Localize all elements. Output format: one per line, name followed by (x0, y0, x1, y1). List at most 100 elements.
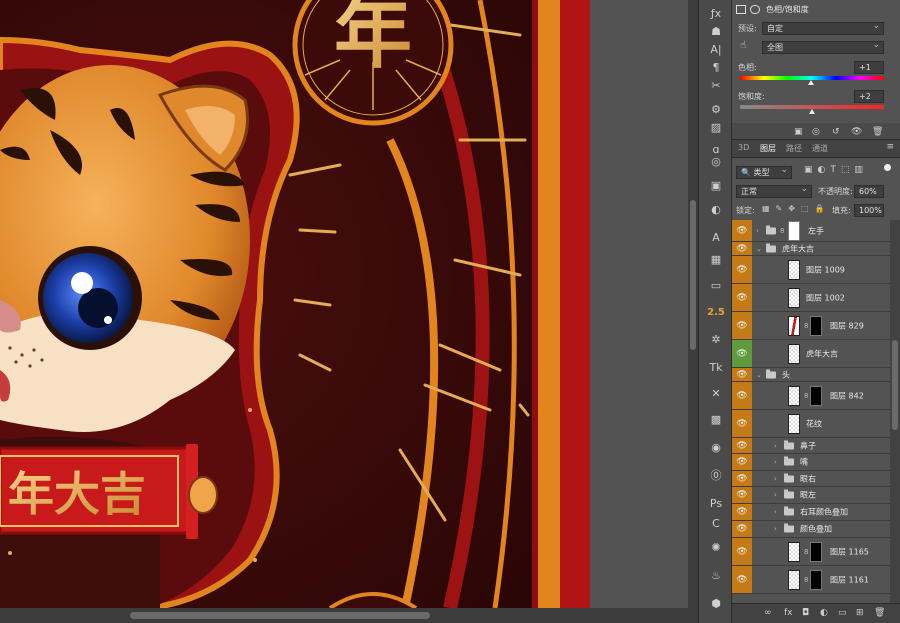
layer-row[interactable]: 👁 › 右耳颜色叠加 (732, 504, 890, 521)
link-icon[interactable]: ∞ (764, 608, 772, 618)
chevron-right-icon[interactable]: › (774, 525, 777, 533)
clip-icon[interactable]: ▣ (794, 127, 803, 137)
visibility-eye-icon[interactable]: 👁 (732, 504, 752, 520)
link-icon[interactable]: 8 (804, 576, 808, 584)
visibility-eye-icon[interactable]: 👁 (732, 521, 752, 537)
layer-row[interactable]: 👁 8 图层 1165 (732, 538, 890, 566)
layers-list[interactable]: 👁 › 8 左手 👁 ⌄ 虎年大吉 👁 图层 1009 👁 图层 1002 👁 8 图层 829 👁 虎年大吉… (732, 220, 890, 603)
reset-icon[interactable]: ↺ (832, 127, 840, 137)
visibility-eye-icon[interactable]: 👁 (732, 438, 752, 453)
tool-button[interactable]: C (706, 514, 726, 532)
tab-paths[interactable]: 路径 (786, 143, 802, 154)
tool-button[interactable]: A (706, 228, 726, 246)
chevron-right-icon[interactable]: › (756, 227, 759, 235)
tool-button[interactable]: ◐ (706, 200, 726, 218)
tab-3d[interactable]: 3D (738, 143, 749, 152)
scroll-thumb[interactable] (690, 200, 696, 350)
chevron-right-icon[interactable]: › (774, 475, 777, 483)
mask-icon[interactable] (750, 4, 760, 14)
link-icon[interactable]: 8 (804, 392, 808, 400)
tool-button[interactable]: ▣ (706, 176, 726, 194)
layer-row[interactable]: 👁 › 眼右 (732, 471, 890, 487)
link-icon[interactable]: 8 (804, 548, 808, 556)
document-canvas[interactable]: 年 年大吉 (0, 0, 688, 623)
layer-mask-thumbnail[interactable] (810, 541, 822, 562)
tool-button[interactable]: ⓪ (706, 466, 726, 484)
tool-button[interactable]: ♨ (706, 566, 726, 584)
chevron-right-icon[interactable]: › (774, 458, 777, 466)
visibility-icon[interactable]: 👁 (851, 127, 862, 137)
tool-button[interactable]: 2.5 (706, 304, 726, 322)
tool-button[interactable]: ▨ (706, 118, 726, 136)
layer-mask-thumbnail[interactable] (810, 315, 822, 336)
layer-row[interactable]: 👁 › 颜色叠加 (732, 521, 890, 538)
tool-button[interactable]: ▭ (706, 276, 726, 294)
visibility-eye-icon[interactable]: 👁 (732, 242, 752, 255)
layer-row[interactable]: 👁 花纹 (732, 410, 890, 438)
layer-row[interactable]: 👁 › 8 左手 (732, 220, 890, 242)
layer-thumbnail[interactable] (788, 385, 800, 406)
tool-button[interactable]: ✺ (706, 538, 726, 556)
layer-row[interactable]: 👁 图层 1009 (732, 256, 890, 284)
filter-icons[interactable]: ▣◐T⬚▥ (804, 165, 868, 175)
layer-thumbnail[interactable] (788, 569, 800, 590)
layer-thumbnail[interactable] (788, 315, 800, 336)
fx-icon[interactable]: fx (784, 608, 793, 618)
link-icon[interactable]: 8 (780, 227, 784, 235)
layer-row[interactable]: 👁 › 嘴 (732, 454, 890, 471)
scroll-thumb[interactable] (892, 340, 898, 430)
layer-thumbnail[interactable] (788, 287, 800, 308)
visibility-eye-icon[interactable]: 👁 (732, 382, 752, 409)
chevron-down-icon[interactable]: ⌄ (756, 245, 762, 253)
visibility-eye-icon[interactable]: 👁 (732, 566, 752, 593)
new-layer-icon[interactable]: ⊞ (856, 608, 864, 618)
tool-button[interactable]: ✕ (706, 384, 726, 402)
layer-row[interactable]: 👁 8 图层 842 (732, 382, 890, 410)
visibility-eye-icon[interactable]: 👁 (732, 471, 752, 486)
visibility-eye-icon[interactable]: 👁 (732, 220, 752, 241)
panel-menu-icon[interactable]: ≡ (886, 142, 894, 152)
adjustment-icon[interactable]: ◐ (820, 608, 828, 618)
tool-button[interactable]: ▦ (706, 250, 726, 268)
layer-filter-dropdown[interactable]: 🔍 类型 (736, 165, 792, 179)
filter-toggle-icon[interactable] (884, 164, 891, 171)
delete-icon[interactable]: 🗑 (872, 127, 883, 137)
tool-button[interactable]: A| (706, 40, 726, 58)
layer-thumbnail[interactable] (788, 259, 800, 280)
link-icon[interactable]: 8 (804, 322, 808, 330)
layer-mask-thumbnail[interactable] (788, 220, 800, 241)
layer-thumbnail[interactable] (788, 541, 800, 562)
preset-dropdown[interactable]: 自定 (762, 21, 884, 35)
visibility-eye-icon[interactable]: 👁 (732, 312, 752, 339)
layer-thumbnail[interactable] (788, 413, 800, 434)
opacity-field[interactable]: 60% (854, 185, 884, 198)
trash-icon[interactable]: 🗑 (874, 608, 885, 618)
mask-icon[interactable]: ◘ (802, 608, 809, 618)
visibility-eye-icon[interactable]: 👁 (732, 368, 752, 381)
layers-scrollbar[interactable] (890, 220, 900, 603)
layer-row[interactable]: 👁 虎年大吉 (732, 340, 890, 368)
visibility-eye-icon[interactable]: 👁 (732, 454, 752, 470)
channel-dropdown[interactable]: 全图 (762, 40, 884, 54)
chevron-right-icon[interactable]: › (774, 442, 777, 450)
tool-button[interactable]: ▩ (706, 410, 726, 428)
layer-row[interactable]: 👁 ⌄ 虎年大吉 (732, 242, 890, 256)
tool-button[interactable]: Tk (706, 358, 726, 376)
tab-channels[interactable]: 通道 (812, 143, 828, 154)
layer-row[interactable]: 👁 › 鼻子 (732, 438, 890, 454)
layer-mask-thumbnail[interactable] (810, 385, 822, 406)
saturation-value-field[interactable]: +2 (854, 90, 884, 103)
layer-row[interactable]: 👁 ⌄ 头 (732, 368, 890, 382)
visibility-eye-icon[interactable]: 👁 (732, 284, 752, 311)
scroll-thumb[interactable] (130, 612, 430, 619)
chevron-down-icon[interactable]: ⌄ (756, 371, 762, 379)
folder-icon[interactable]: ▭ (838, 608, 847, 618)
tool-button[interactable]: Ps (706, 494, 726, 512)
tool-button[interactable]: ◉ (706, 438, 726, 456)
hue-value-field[interactable]: +1 (854, 61, 884, 74)
visibility-eye-icon[interactable]: 👁 (732, 487, 752, 503)
visibility-eye-icon[interactable]: 👁 (732, 340, 752, 367)
layer-mask-thumbnail[interactable] (810, 569, 822, 590)
chevron-right-icon[interactable]: › (774, 508, 777, 516)
tool-button[interactable]: ✲ (706, 330, 726, 348)
